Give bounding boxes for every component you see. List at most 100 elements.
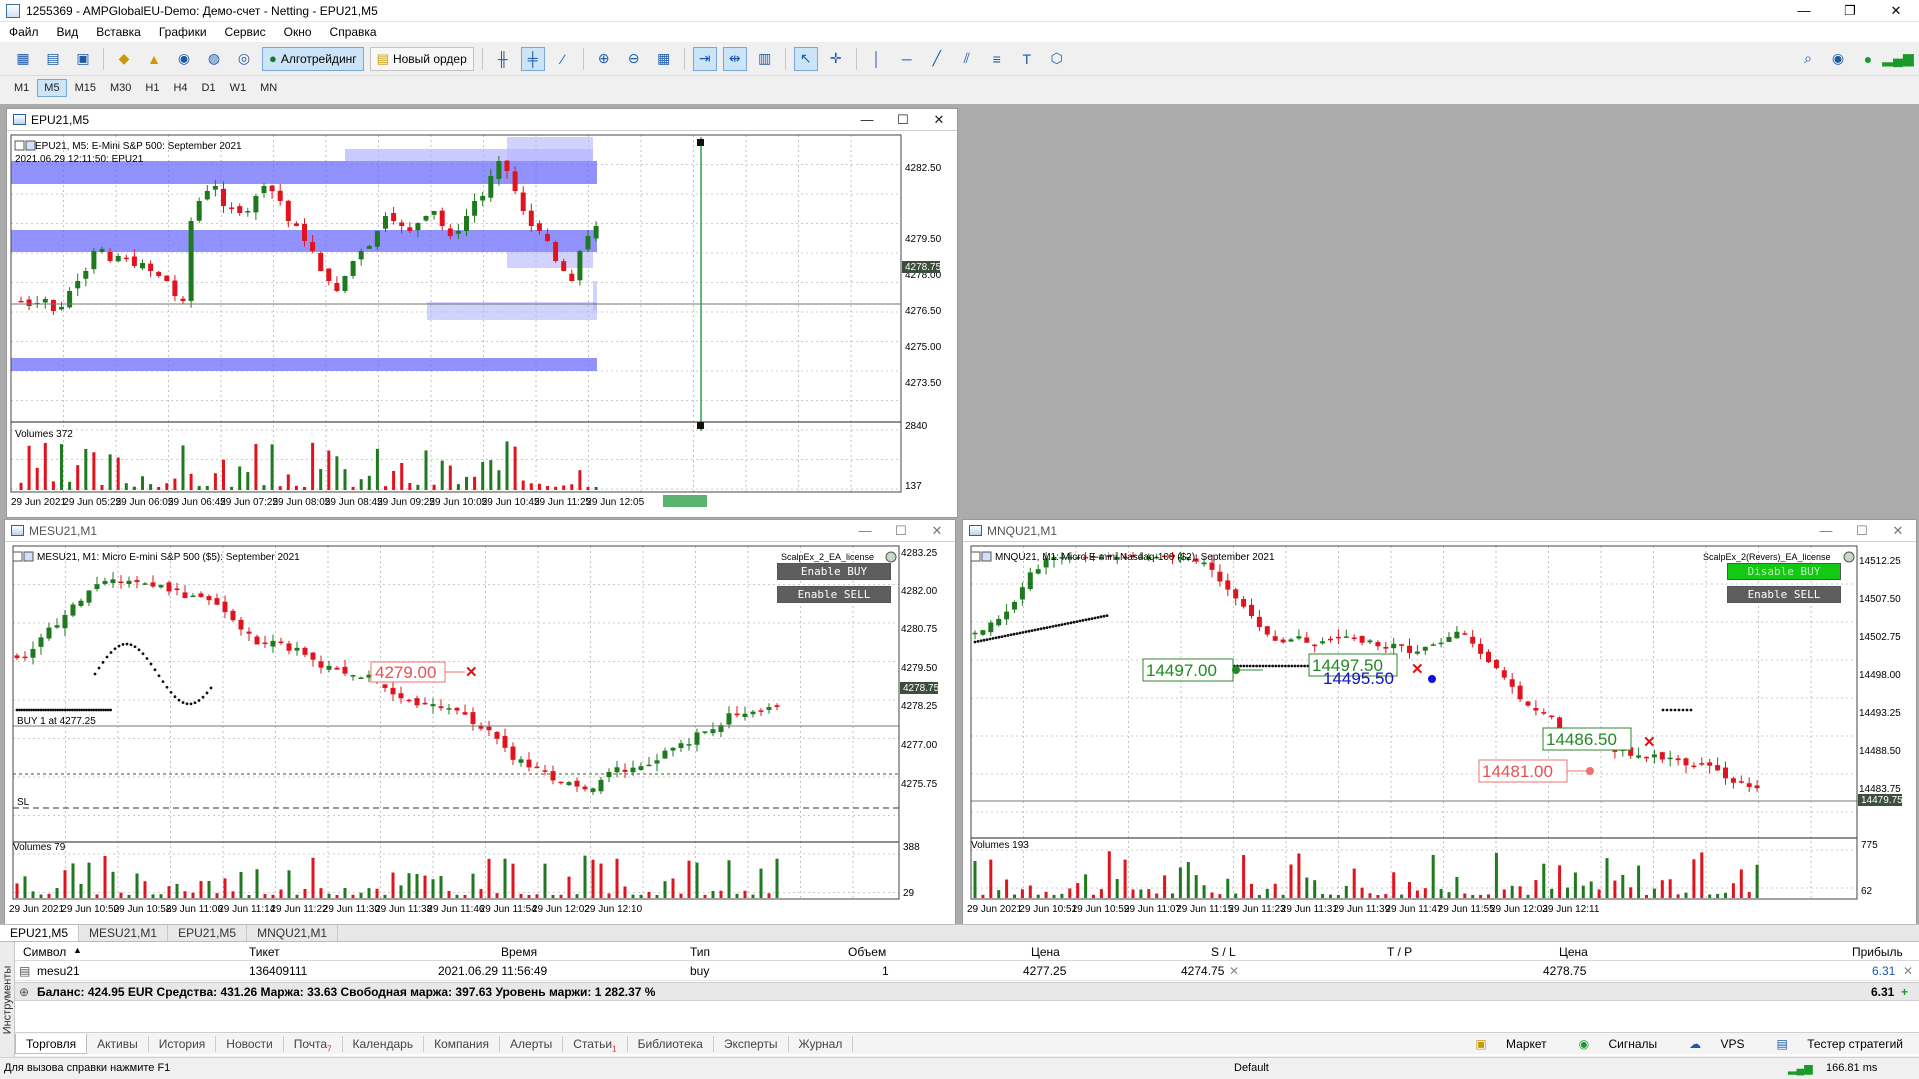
chart-maximize-button[interactable]: ☐ (883, 523, 919, 539)
col-sl[interactable]: S / L (1211, 945, 1236, 959)
chart-window-header[interactable]: MNQU21,M1 — ☐ ✕ (963, 520, 1916, 542)
data-window-icon[interactable]: ▲ (142, 47, 166, 71)
vertical-line-icon[interactable]: │ (865, 47, 889, 71)
cursor-icon[interactable]: ↖ (793, 46, 818, 71)
col-price[interactable]: Цена (1031, 945, 1060, 959)
account-icon[interactable]: ◉ (1826, 47, 1850, 71)
chart-shift-icon[interactable]: ⇹ (722, 46, 747, 71)
close-cross-icon[interactable]: ✕ (1411, 661, 1424, 678)
timeframe-h4[interactable]: H4 (167, 80, 193, 96)
menu-window[interactable]: Окно (275, 25, 321, 39)
close-cross-icon[interactable]: ✕ (1643, 734, 1656, 751)
col-current-price[interactable]: Цена (1559, 945, 1588, 959)
chart-tab[interactable]: MESU21,M1 (79, 925, 169, 941)
tab-news[interactable]: Новости (216, 1035, 284, 1052)
bar-chart-icon[interactable]: ╫ (491, 47, 515, 71)
tab-articles[interactable]: Статьи1 (563, 1035, 628, 1053)
line-chart-icon[interactable]: ⁄ (551, 47, 575, 71)
col-type[interactable]: Тип (690, 945, 710, 959)
chart-window-header[interactable]: EPU21,M5 — ☐ ✕ (7, 109, 957, 131)
timeframe-m1[interactable]: M1 (8, 80, 35, 96)
disable-buy-button[interactable]: Disable BUY (1727, 563, 1841, 580)
indicators-icon[interactable]: ▥ (753, 47, 777, 71)
timeframe-m15[interactable]: M15 (69, 80, 102, 96)
col-volume[interactable]: Объем (848, 945, 886, 959)
col-tp[interactable]: T / P (1387, 945, 1412, 959)
timeframe-h1[interactable]: H1 (139, 80, 165, 96)
vline-handle-bottom[interactable] (697, 422, 704, 429)
signals-button[interactable]: ◉ Сигналы (1563, 1037, 1674, 1051)
chart-close-button[interactable]: ✕ (919, 523, 955, 539)
candlestick-icon[interactable]: ╪ (520, 46, 545, 71)
market-watch-icon[interactable]: ◆ (112, 47, 136, 71)
zoom-out-icon[interactable]: ⊖ (622, 47, 646, 71)
enable-buy-button[interactable]: Enable BUY (777, 563, 891, 580)
chart-minimize-button[interactable]: — (849, 112, 885, 128)
tab-journal[interactable]: Журнал (789, 1035, 854, 1052)
chart-window-epu[interactable]: EPU21,M5 — ☐ ✕ EPU21, M5: E-Mini S&P 500… (6, 108, 958, 518)
chart-tab[interactable]: EPU21,M5 (168, 925, 248, 941)
tile-windows-icon[interactable]: ▦ (652, 47, 676, 71)
tab-assets[interactable]: Активы (87, 1035, 149, 1052)
zoom-in-icon[interactable]: ⊕ (592, 47, 616, 71)
templates-icon[interactable]: ▣ (71, 47, 95, 71)
col-ticket[interactable]: Тикет (249, 945, 280, 959)
profiles-icon[interactable]: ▤ (41, 47, 65, 71)
crosshair-icon[interactable]: ✛ (824, 47, 848, 71)
table-row[interactable]: ▤ mesu21 136409111 2021.06.29 11:56:49 b… (15, 961, 1919, 981)
add-icon[interactable]: + (1901, 985, 1908, 999)
tab-alerts[interactable]: Алерты (500, 1035, 564, 1052)
navigator-icon[interactable]: ◉ (172, 47, 196, 71)
tester-icon[interactable]: ◎ (232, 47, 256, 71)
chart-close-button[interactable]: ✕ (1880, 523, 1916, 539)
new-order-button[interactable]: ▤ Новый ордер (369, 46, 474, 71)
timeframe-m5[interactable]: M5 (37, 79, 67, 97)
close-button[interactable]: ✕ (1873, 0, 1919, 22)
chart-minimize-button[interactable]: — (847, 523, 883, 539)
menu-tools[interactable]: Сервис (216, 25, 275, 39)
row-sl[interactable]: 4274.75 (1181, 964, 1224, 978)
vline-handle-top[interactable] (697, 139, 704, 146)
trendline-icon[interactable]: ╱ (925, 47, 949, 71)
strategy-tester-button[interactable]: ▤ Тестер стратегий (1761, 1037, 1919, 1051)
menu-help[interactable]: Справка (321, 25, 386, 39)
chart-minimize-button[interactable]: — (1808, 523, 1844, 539)
terminal-icon[interactable]: ◍ (202, 47, 226, 71)
timeframe-d1[interactable]: D1 (196, 80, 222, 96)
tab-experts[interactable]: Эксперты (714, 1035, 789, 1052)
close-cross-icon[interactable]: ✕ (465, 664, 478, 681)
chart-maximize-button[interactable]: ☐ (885, 112, 921, 128)
tab-history[interactable]: История (149, 1035, 217, 1052)
chart-maximize-button[interactable]: ☐ (1844, 523, 1880, 539)
timeframe-m30[interactable]: M30 (104, 80, 137, 96)
horizontal-line-icon[interactable]: ─ (895, 47, 919, 71)
col-profit[interactable]: Прибыль (1852, 945, 1903, 959)
enable-sell-button[interactable]: Enable SELL (1727, 586, 1841, 603)
channel-icon[interactable]: ⫽ (955, 47, 979, 71)
minimize-button[interactable]: — (1781, 0, 1827, 22)
menu-view[interactable]: Вид (48, 25, 88, 39)
chart-close-button[interactable]: ✕ (921, 112, 957, 128)
autoscroll-icon[interactable]: ⇥ (692, 46, 717, 71)
col-time[interactable]: Время (501, 945, 537, 959)
vps-button[interactable]: ☁ VPS (1673, 1037, 1760, 1051)
timeframe-mn[interactable]: MN (254, 80, 283, 96)
close-position-icon[interactable]: ✕ (1903, 964, 1913, 978)
chart-epu-canvas[interactable]: EPU21, M5: E-Mini S&P 500: September 202… (7, 131, 957, 517)
shapes-icon[interactable]: ⬡ (1045, 47, 1069, 71)
tab-mailbox[interactable]: Почта7 (284, 1035, 343, 1053)
market-button[interactable]: ▣ Маркет (1459, 1037, 1562, 1051)
new-chart-icon[interactable]: ▦ (11, 47, 35, 71)
algo-trading-button[interactable]: ● Алготрейдинг (262, 46, 364, 71)
menu-insert[interactable]: Вставка (87, 25, 150, 39)
timeframe-w1[interactable]: W1 (224, 80, 253, 96)
restore-button[interactable]: ❐ (1827, 0, 1873, 22)
tab-trade[interactable]: Торговля (15, 1033, 88, 1054)
enable-sell-button[interactable]: Enable SELL (777, 586, 891, 603)
text-icon[interactable]: T (1015, 47, 1039, 71)
remove-sl-icon[interactable]: ✕ (1229, 964, 1239, 978)
chart-tab[interactable]: EPU21,M5 (0, 925, 80, 941)
tab-calendar[interactable]: Календарь (343, 1035, 425, 1052)
fibonacci-icon[interactable]: ≡ (985, 47, 1009, 71)
col-symbol[interactable]: Символ (23, 945, 66, 959)
